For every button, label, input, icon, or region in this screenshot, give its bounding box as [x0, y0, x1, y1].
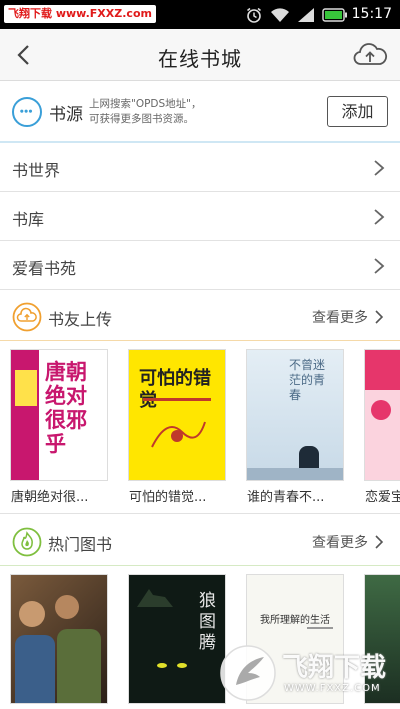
- upload-cloud-icon: [12, 302, 42, 332]
- view-more-label: 查看更多: [312, 310, 368, 326]
- flame-icon: [12, 527, 42, 557]
- chevron-right-icon: [374, 160, 385, 176]
- section-header-hot: 热门图书 查看更多: [0, 517, 400, 566]
- status-icons: [245, 5, 348, 25]
- book-title: 谁的青春不...: [247, 490, 325, 505]
- view-more-label: 查看更多: [312, 535, 368, 551]
- menu-item-label: 书世界: [12, 161, 61, 180]
- book-cover: [11, 575, 107, 703]
- watermark-logo: 飞翔下载 WWW.FXXZ.COM: [216, 641, 392, 705]
- cloud-upload-icon[interactable]: [352, 40, 388, 70]
- view-more-upload-link[interactable]: 查看更多: [312, 307, 384, 327]
- book-item[interactable]: 恋爱宝: [365, 350, 400, 505]
- page-title: 在线书城: [158, 47, 242, 71]
- chevron-right-icon: [374, 258, 385, 274]
- status-bar-badge: 飞翔下载 www.FXXZ.com: [4, 5, 156, 23]
- book-cover: 唐朝绝对很邪乎: [11, 350, 107, 480]
- cover-text: 我所理解的生活: [260, 615, 330, 626]
- book-title: 恋爱宝: [365, 490, 400, 505]
- book-source-title: 书源: [49, 105, 83, 125]
- book-item[interactable]: [11, 575, 107, 709]
- section-title-upload: 书友上传: [48, 310, 113, 329]
- book-title: 可怕的错觉...: [129, 490, 207, 505]
- book-cover: 狼图腾: [129, 575, 225, 703]
- menu-item-aikan[interactable]: 爱看书苑: [0, 241, 400, 290]
- menu-item-book-world[interactable]: 书世界: [0, 143, 400, 192]
- menu-item-library[interactable]: 书库: [0, 192, 400, 241]
- chevron-right-icon: [375, 535, 384, 549]
- signal-icon: [298, 8, 314, 22]
- chevron-right-icon: [375, 310, 384, 324]
- section-header-upload: 书友上传 查看更多: [0, 292, 400, 341]
- book-source-desc-line1: 上网搜索"OPDS地址"，: [89, 98, 202, 110]
- alarm-icon: [247, 7, 261, 23]
- app-header: 在线书城: [0, 29, 400, 81]
- status-bar: 飞翔下载 www.FXXZ.com 15:17: [0, 0, 400, 29]
- cover-text: 可怕的错觉: [139, 368, 211, 411]
- add-source-button[interactable]: 添加: [327, 96, 388, 127]
- chevron-right-icon: [374, 209, 385, 225]
- menu-item-label: 书库: [12, 210, 45, 229]
- book-item[interactable]: 不曾迷茫的青春 谁的青春不...: [247, 350, 343, 505]
- wifi-icon: [271, 8, 289, 22]
- status-time: 15:17: [351, 6, 392, 22]
- menu-item-label: 爱看书苑: [12, 259, 77, 278]
- book-cover: 不曾迷茫的青春: [247, 350, 343, 480]
- cover-text: 唐朝绝对很邪乎: [45, 360, 87, 456]
- book-cover: [365, 350, 400, 480]
- watermark-mark-icon: [220, 645, 276, 701]
- battery-icon: [322, 8, 347, 22]
- watermark-title: 飞翔下载: [282, 653, 387, 683]
- view-more-hot-link[interactable]: 查看更多: [312, 532, 384, 552]
- book-title: 唐朝绝对很...: [11, 490, 89, 505]
- book-source-desc-line2: 可获得更多图书资源。: [89, 113, 194, 125]
- book-item[interactable]: 狼图腾: [129, 575, 225, 709]
- book-cover: 可怕的错觉: [129, 350, 225, 480]
- section-title-hot: 热门图书: [48, 535, 113, 554]
- watermark-url: WWW.FXXZ.COM: [284, 683, 381, 694]
- book-source-row: 书源 上网搜索"OPDS地址"， 可获得更多图书资源。 添加: [0, 81, 400, 143]
- upload-book-shelf: 唐朝绝对很邪乎 唐朝绝对很... 可怕的错觉 可怕的错觉... 不曾迷茫的青春 …: [0, 342, 400, 514]
- cover-text: 不曾迷茫的青春: [289, 358, 326, 402]
- book-item[interactable]: 可怕的错觉 可怕的错觉...: [129, 350, 225, 505]
- book-source-description: 上网搜索"OPDS地址"， 可获得更多图书资源。: [89, 97, 319, 127]
- book-item[interactable]: 唐朝绝对很邪乎 唐朝绝对很...: [11, 350, 107, 505]
- more-dots-icon: [12, 97, 42, 127]
